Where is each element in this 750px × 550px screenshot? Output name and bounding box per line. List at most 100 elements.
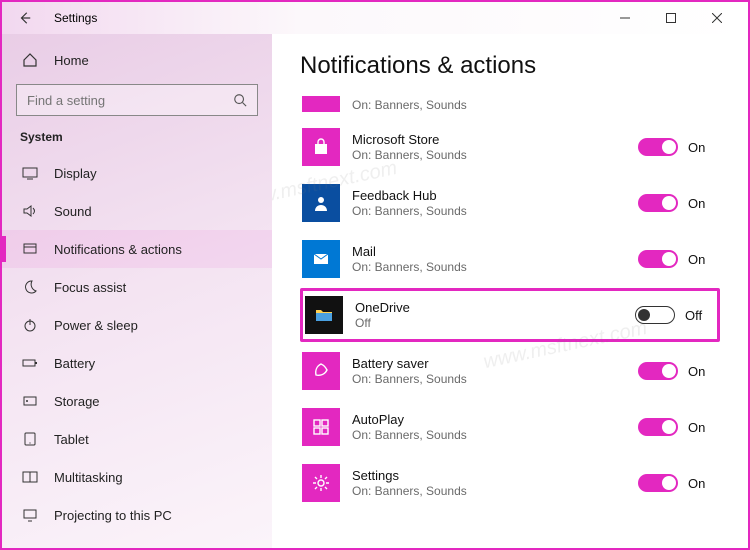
- app-subtext: On: Banners, Sounds: [352, 428, 638, 442]
- window-title: Settings: [54, 11, 97, 25]
- app-row[interactable]: SettingsOn: Banners, Sounds On: [300, 456, 720, 510]
- app-list: On: Banners, SoundsMicrosoft StoreOn: Ba…: [300, 90, 720, 510]
- sidebar: Home System Display Sound Notifications …: [2, 34, 272, 548]
- window-controls: [602, 3, 740, 33]
- toggle-switch[interactable]: [635, 306, 675, 324]
- app-row[interactable]: OneDriveOffOff: [300, 288, 720, 342]
- storage-icon: [20, 393, 40, 409]
- toggle-switch[interactable]: [638, 138, 678, 156]
- minimize-button[interactable]: [602, 3, 648, 33]
- multitask-icon: [20, 469, 40, 485]
- app-subtext: On: Banners, Sounds: [352, 484, 638, 498]
- app-row[interactable]: MailOn: Banners, SoundsOn: [300, 232, 720, 286]
- app-row[interactable]: Battery saverOn: Banners, Sounds On: [300, 344, 720, 398]
- minimize-icon: [620, 13, 630, 23]
- back-button[interactable]: [10, 3, 40, 33]
- app-subtext: On: Banners, Sounds: [352, 372, 638, 386]
- battery-icon: [20, 355, 40, 371]
- toggle-switch[interactable]: [638, 474, 678, 492]
- nav-battery[interactable]: Battery: [2, 344, 272, 382]
- search-input[interactable]: [27, 93, 233, 108]
- nav-multitasking[interactable]: Multitasking: [2, 458, 272, 496]
- nav-tablet[interactable]: Tablet: [2, 420, 272, 458]
- close-icon: [712, 13, 722, 23]
- app-text: OneDriveOff: [355, 300, 635, 330]
- nav-label: Storage: [54, 394, 100, 409]
- home-button[interactable]: Home: [2, 42, 272, 78]
- shopping-bag-icon: [302, 128, 340, 166]
- power-icon: [20, 317, 40, 333]
- display-icon: [20, 165, 40, 181]
- toggle-wrap: Off: [635, 306, 707, 324]
- app-name: AutoPlay: [352, 412, 638, 427]
- app-subtext: On: Banners, Sounds: [352, 148, 638, 162]
- toggle-switch[interactable]: [638, 250, 678, 268]
- nav-display[interactable]: Display: [2, 154, 272, 192]
- toggle-label: Off: [685, 308, 707, 323]
- toggle-label: On: [688, 420, 710, 435]
- toggle-label: On: [688, 476, 710, 491]
- app-row[interactable]: Feedback HubOn: Banners, Sounds On: [300, 176, 720, 230]
- page-heading: Notifications & actions: [300, 52, 720, 80]
- nav-storage[interactable]: Storage: [2, 382, 272, 420]
- app-row[interactable]: AutoPlayOn: Banners, Sounds On: [300, 400, 720, 454]
- app-name: Mail: [352, 244, 638, 259]
- title-bar: Settings: [2, 2, 748, 34]
- app-text: MailOn: Banners, Sounds: [352, 244, 638, 274]
- maximize-button[interactable]: [648, 3, 694, 33]
- app-subtext: On: Banners, Sounds: [352, 260, 638, 274]
- arrow-left-icon: [18, 11, 32, 25]
- toggle-label: On: [688, 196, 710, 211]
- gear-icon: [302, 464, 340, 502]
- toggle-wrap: On: [638, 194, 710, 212]
- mail-icon: [302, 240, 340, 278]
- toggle-wrap: On: [638, 418, 710, 436]
- nav-sound[interactable]: Sound: [2, 192, 272, 230]
- app-subtext: On: Banners, Sounds: [352, 98, 718, 112]
- leaf-icon: [302, 352, 340, 390]
- close-button[interactable]: [694, 3, 740, 33]
- app-subtext: Off: [355, 316, 635, 330]
- home-label: Home: [54, 53, 89, 68]
- project-icon: [20, 507, 40, 523]
- search-box[interactable]: [16, 84, 258, 116]
- nav-notifications[interactable]: Notifications & actions: [2, 230, 272, 268]
- nav-focus-assist[interactable]: Focus assist: [2, 268, 272, 306]
- app-text: SettingsOn: Banners, Sounds: [352, 468, 638, 498]
- search-icon: [233, 93, 247, 107]
- toggle-wrap: On: [638, 474, 710, 492]
- app-name: OneDrive: [355, 300, 635, 315]
- toggle-label: On: [688, 364, 710, 379]
- nav-label: Power & sleep: [54, 318, 138, 333]
- app-icon: [302, 96, 340, 112]
- toggle-switch[interactable]: [638, 362, 678, 380]
- nav-label: Display: [54, 166, 97, 181]
- app-text: On: Banners, Sounds: [352, 97, 718, 112]
- nav-list: Display Sound Notifications & actions Fo…: [2, 154, 272, 534]
- app-name: Settings: [352, 468, 638, 483]
- app-subtext: On: Banners, Sounds: [352, 204, 638, 218]
- section-label: System: [2, 126, 272, 154]
- app-text: Battery saverOn: Banners, Sounds: [352, 356, 638, 386]
- nav-projecting[interactable]: Projecting to this PC: [2, 496, 272, 534]
- home-icon: [20, 52, 40, 68]
- grid-icon: [302, 408, 340, 446]
- toggle-wrap: On: [638, 250, 710, 268]
- toggle-switch[interactable]: [638, 418, 678, 436]
- nav-label: Focus assist: [54, 280, 126, 295]
- app-text: Feedback HubOn: Banners, Sounds: [352, 188, 638, 218]
- app-name: Feedback Hub: [352, 188, 638, 203]
- nav-label: Sound: [54, 204, 92, 219]
- nav-label: Projecting to this PC: [54, 508, 172, 523]
- tablet-icon: [20, 431, 40, 447]
- app-text: Microsoft StoreOn: Banners, Sounds: [352, 132, 638, 162]
- nav-label: Battery: [54, 356, 95, 371]
- toggle-switch[interactable]: [638, 194, 678, 212]
- app-row[interactable]: On: Banners, Sounds: [300, 90, 720, 118]
- content: Home System Display Sound Notifications …: [2, 34, 748, 548]
- nav-label: Tablet: [54, 432, 89, 447]
- toggle-label: On: [688, 140, 710, 155]
- nav-power-sleep[interactable]: Power & sleep: [2, 306, 272, 344]
- app-row[interactable]: Microsoft StoreOn: Banners, Sounds On: [300, 120, 720, 174]
- nav-label: Notifications & actions: [54, 242, 182, 257]
